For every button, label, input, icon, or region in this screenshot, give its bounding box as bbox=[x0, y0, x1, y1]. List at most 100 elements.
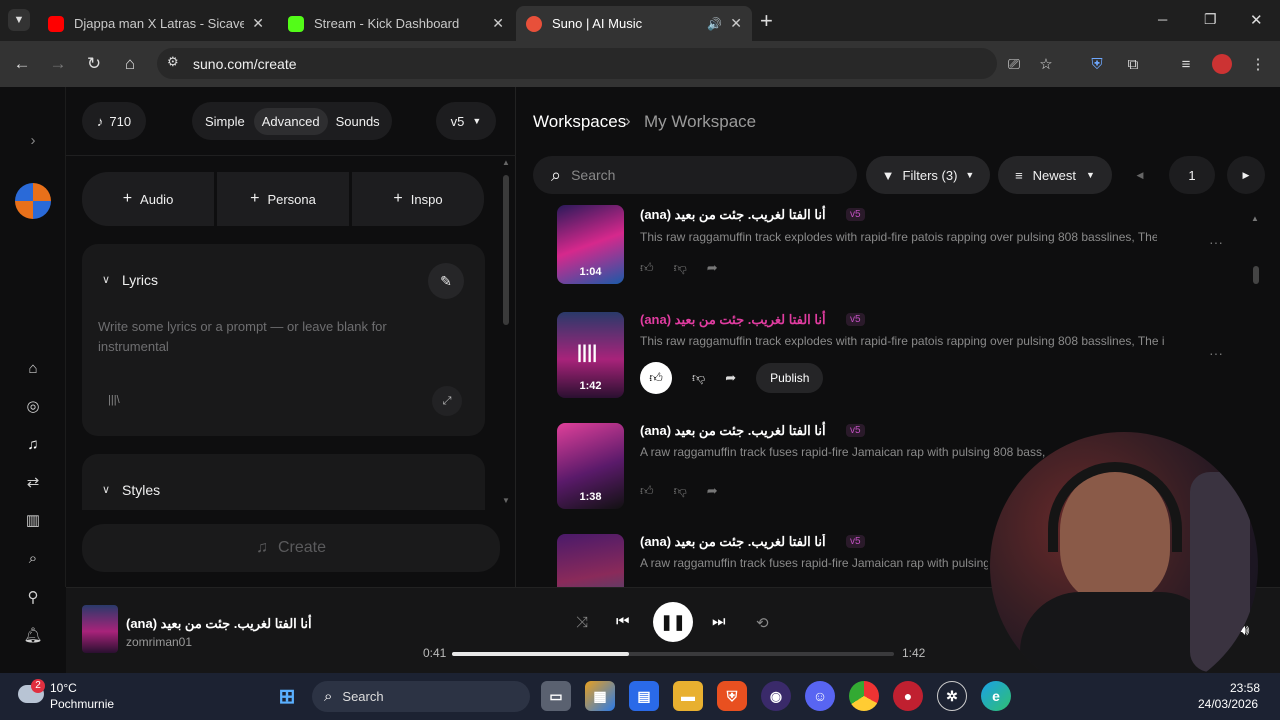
app-icon[interactable]: ● bbox=[893, 681, 923, 711]
mode-simple[interactable]: Simple bbox=[196, 108, 254, 135]
sort-button[interactable]: ≡ Newest ▼ bbox=[998, 156, 1112, 194]
explore-icon[interactable]: ◎ bbox=[22, 395, 44, 417]
tab-suno[interactable]: Suno | AI Music 🔊 ✕ bbox=[516, 6, 752, 41]
brave-icon[interactable]: ⛨ bbox=[717, 681, 747, 711]
song-row[interactable]: |||| 1:42 (ana) أنا الفتا لغريب. جئت من … bbox=[557, 312, 1165, 407]
home-icon[interactable]: ⌂ bbox=[22, 357, 44, 379]
song-cover[interactable]: 1:38 bbox=[557, 423, 624, 509]
tab-youtube[interactable]: Djappa man X Latras - Sicavene ✕ bbox=[38, 6, 274, 41]
magic-wand-button[interactable]: ✎ bbox=[428, 263, 464, 299]
share-icon[interactable]: ➦ bbox=[725, 370, 736, 386]
lyrics-label[interactable]: Lyrics bbox=[122, 272, 158, 288]
minimize-button[interactable]: ─ bbox=[1158, 12, 1167, 27]
page-number[interactable]: 1 bbox=[1169, 156, 1215, 194]
clock-time[interactable]: 23:58 bbox=[1230, 681, 1260, 695]
thumbs-down-icon[interactable]: 👎︎ bbox=[692, 370, 705, 386]
chevron-down-icon[interactable]: ∨ bbox=[102, 273, 110, 286]
add-inspo-button[interactable]: + Inspo bbox=[352, 172, 484, 226]
pause-button[interactable]: ❚❚ bbox=[653, 602, 693, 642]
tab-search-button[interactable]: ▼ bbox=[8, 9, 30, 31]
song-cover[interactable] bbox=[557, 534, 624, 587]
song-title[interactable]: (ana) أنا الفتا لغريب. جئت من بعيد bbox=[640, 312, 826, 328]
studio-icon[interactable]: ⇄ bbox=[22, 471, 44, 493]
discord-icon[interactable]: ☺ bbox=[805, 681, 835, 711]
start-button[interactable]: ⊞ bbox=[272, 681, 302, 711]
browser-menu-icon[interactable]: ⋮ bbox=[1248, 54, 1268, 74]
now-playing-cover[interactable] bbox=[82, 605, 118, 653]
site-info-icon[interactable]: ⚙ bbox=[167, 54, 179, 70]
prev-page-button[interactable]: ◀ bbox=[1123, 156, 1157, 194]
back-icon[interactable]: ← bbox=[11, 53, 33, 75]
now-playing-title[interactable]: (ana) أنا الفتا لغريب. جئت من بعيد bbox=[126, 616, 312, 632]
notifications-icon[interactable]: ⚲ bbox=[22, 586, 44, 608]
close-tab-icon[interactable]: ✕ bbox=[492, 15, 504, 32]
close-window-button[interactable]: ✕ bbox=[1250, 11, 1263, 29]
share-icon[interactable]: ➦ bbox=[707, 483, 718, 499]
previous-icon[interactable]: ⏮︎ bbox=[616, 613, 630, 630]
widgets-icon[interactable]: ▦ bbox=[585, 681, 615, 711]
add-persona-button[interactable]: + Persona bbox=[217, 172, 349, 226]
close-tab-icon[interactable]: ✕ bbox=[730, 15, 742, 32]
progress-track[interactable] bbox=[452, 652, 894, 656]
taskbar-search[interactable]: ⌕ Search bbox=[312, 681, 530, 712]
next-page-button[interactable]: ▶ bbox=[1227, 156, 1265, 194]
now-playing-artist[interactable]: zomriman01 bbox=[126, 635, 192, 649]
clock-date[interactable]: 24/03/2026 bbox=[1198, 697, 1258, 711]
thumbs-up-icon[interactable]: 👍︎ bbox=[640, 483, 654, 499]
model-select[interactable]: v5 ▼ bbox=[436, 102, 496, 140]
forward-icon[interactable]: → bbox=[47, 53, 69, 75]
install-app-icon[interactable]: ⎚ bbox=[1004, 54, 1024, 74]
reload-icon[interactable]: ↻ bbox=[83, 53, 105, 75]
song-cover[interactable]: 1:04 bbox=[557, 205, 624, 284]
expand-sidebar-icon[interactable]: › bbox=[22, 129, 44, 151]
breadcrumb-root[interactable]: Workspaces bbox=[533, 112, 626, 132]
create-music-icon[interactable]: ♫ bbox=[22, 433, 44, 455]
bookmark-star-icon[interactable]: ☆ bbox=[1036, 54, 1056, 74]
thumbs-down-icon[interactable]: 👎︎ bbox=[674, 260, 687, 276]
thumbs-down-icon[interactable]: 👎︎ bbox=[674, 483, 687, 499]
media-control-icon[interactable]: ≡ bbox=[1176, 54, 1196, 74]
speaker-icon[interactable]: 🔊 bbox=[707, 17, 722, 31]
expand-icon[interactable]: ⤢ bbox=[432, 386, 462, 416]
chrome-icon[interactable] bbox=[849, 681, 879, 711]
edge-icon[interactable]: e bbox=[981, 681, 1011, 711]
user-avatar[interactable] bbox=[15, 183, 51, 219]
song-title[interactable]: (ana) أنا الفتا لغريب. جئت من بعيد bbox=[640, 534, 826, 550]
lyrics-input[interactable]: Write some lyrics or a prompt — or leave… bbox=[98, 317, 418, 357]
scroll-down-icon[interactable]: ▼ bbox=[502, 496, 510, 505]
styles-label[interactable]: Styles bbox=[122, 482, 160, 498]
close-tab-icon[interactable]: ✕ bbox=[252, 15, 264, 32]
lyrics-library-icon[interactable]: |||\ bbox=[108, 394, 120, 406]
scroll-up-icon[interactable]: ▲ bbox=[1251, 214, 1259, 223]
home-icon[interactable]: ⌂ bbox=[119, 53, 141, 75]
thumbs-up-icon[interactable]: 👍︎ bbox=[640, 260, 654, 276]
list-scrollbar[interactable] bbox=[1253, 266, 1259, 284]
new-tab-button[interactable]: + bbox=[760, 8, 773, 34]
search-icon[interactable]: ⌕ bbox=[22, 547, 44, 569]
repeat-icon[interactable]: ⟲ bbox=[756, 614, 769, 632]
chevron-down-icon[interactable]: ∨ bbox=[102, 483, 110, 496]
chatgpt-icon[interactable]: ✲ bbox=[937, 681, 967, 711]
more-options-icon[interactable]: ··· bbox=[1209, 234, 1223, 250]
shuffle-icon[interactable]: ⤨ bbox=[576, 614, 588, 631]
store-icon[interactable]: ▤ bbox=[629, 681, 659, 711]
library-icon[interactable]: ▥ bbox=[22, 509, 44, 531]
file-explorer-icon[interactable]: ▬ bbox=[673, 681, 703, 711]
song-title[interactable]: (ana) أنا الفتا لغريب. جئت من بعيد bbox=[640, 423, 826, 439]
address-bar[interactable]: ⚙ suno.com/create bbox=[157, 48, 997, 79]
thumbs-up-icon[interactable]: 👍︎ bbox=[640, 362, 672, 394]
maximize-button[interactable]: ❐ bbox=[1204, 11, 1217, 28]
search-input[interactable]: ⌕ Search bbox=[533, 156, 857, 194]
scroll-up-icon[interactable]: ▲ bbox=[502, 158, 510, 167]
bell-icon[interactable]: 🔔︎ bbox=[22, 624, 44, 646]
share-icon[interactable]: ➦ bbox=[707, 260, 718, 276]
add-audio-button[interactable]: + Audio bbox=[82, 172, 214, 226]
song-row[interactable]: 1:04 (ana) أنا الفتا لغريب. جئت من بعيد … bbox=[557, 205, 1157, 285]
panel-scrollbar[interactable] bbox=[503, 175, 509, 325]
tab-kick[interactable]: Stream - Kick Dashboard ✕ bbox=[278, 6, 514, 41]
mode-advanced[interactable]: Advanced bbox=[253, 107, 328, 135]
next-icon[interactable]: ⏭︎ bbox=[712, 613, 726, 630]
create-button[interactable]: ♫ Create bbox=[82, 524, 500, 572]
extension-shield-icon[interactable]: ⛨ bbox=[1087, 54, 1107, 74]
publish-button[interactable]: Publish bbox=[756, 363, 824, 393]
